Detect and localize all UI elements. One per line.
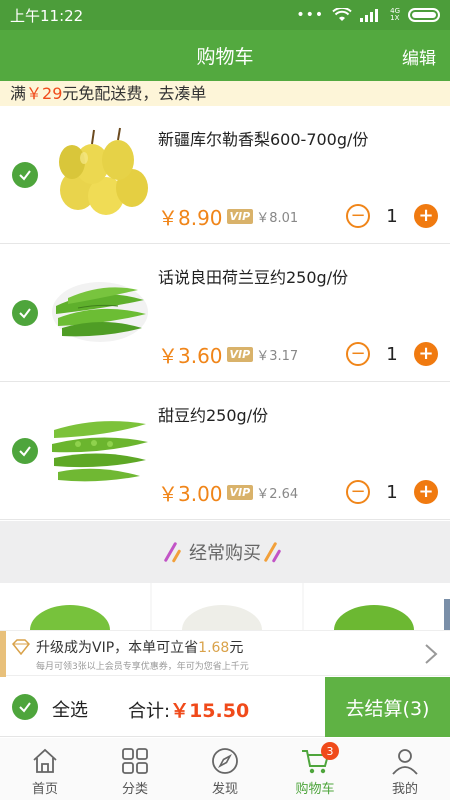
snow-pea-image[interactable] (48, 256, 152, 360)
checkout-bar: 全选 合计:￥15.50 去结算(3) (0, 677, 450, 737)
quantity-value: 1 (386, 481, 398, 503)
select-all-checkbox[interactable] (12, 694, 38, 720)
decrease-button[interactable]: − (346, 480, 370, 504)
home-icon (33, 748, 57, 773)
product-card[interactable] (304, 583, 450, 630)
cart-count-badge: 3 (321, 742, 339, 760)
vip-price: ￥3.17 (256, 349, 299, 364)
tab-label: 发现 (211, 782, 238, 797)
price-row: ￥8.90 VIP ￥8.01 (158, 202, 298, 231)
profile-icon (392, 749, 418, 775)
vip-badge: VIP (226, 347, 254, 362)
item-checkbox[interactable] (12, 162, 38, 188)
product-card[interactable] (152, 583, 302, 630)
tab-label: 分类 (121, 782, 148, 797)
checkmark-icon (19, 308, 31, 319)
vip-main-text: 升级成为VIP，本单可立省1.68元 (36, 637, 243, 657)
cart-item: 话说良田荷兰豆约250g/份 ￥3.60 VIP ￥3.17 − 1 + (0, 244, 450, 382)
decrease-button[interactable]: − (346, 342, 370, 366)
battery-icon (408, 8, 440, 22)
decor-right-icon (263, 541, 282, 563)
quantity-value: 1 (386, 343, 398, 365)
checkout-button[interactable]: 去结算(3) (325, 677, 450, 737)
checkmark-icon (19, 170, 31, 181)
checkmark-icon (19, 702, 31, 713)
edit-button[interactable]: 编辑 (402, 44, 436, 69)
quantity-stepper: − 1 + (346, 204, 438, 228)
tab-home[interactable]: 首页 (0, 738, 90, 800)
quantity-stepper: − 1 + (346, 342, 438, 366)
wifi-icon (332, 8, 352, 21)
diamond-icon (12, 639, 30, 655)
price-row: ￥3.00 VIP ￥2.64 (158, 478, 298, 507)
frequent-products-strip (0, 583, 450, 630)
chevron-right-icon[interactable] (424, 643, 438, 665)
compass-icon (212, 748, 238, 774)
select-all-label[interactable]: 全选 (52, 696, 88, 722)
vip-saving: 1.68 (198, 640, 230, 656)
tab-label: 我的 (391, 782, 418, 797)
quantity-stepper: − 1 + (346, 480, 438, 504)
vip-upgrade-banner[interactable]: 升级成为VIP，本单可立省1.68元 每月可领3张以上会员专享优惠券，年可为您省… (0, 630, 450, 677)
sugar-snap-pea-image[interactable] (48, 394, 152, 498)
next-card-edge (444, 599, 450, 630)
vip-badge: VIP (226, 209, 254, 224)
status-bar: 上午11:22 ••• 4G 1X (0, 0, 450, 30)
item-price: ￥3.00 (158, 482, 223, 506)
vip-price: ￥8.01 (256, 211, 299, 226)
product-card[interactable] (0, 583, 150, 630)
price-row: ￥3.60 VIP ￥3.17 (158, 340, 298, 369)
vip-main-prefix: 升级成为VIP，本单可立省 (36, 640, 199, 656)
cart-item: 新疆库尔勒香梨600-700g/份 ￥8.90 VIP ￥8.01 − 1 + (0, 106, 450, 244)
vip-main-suffix: 元 (229, 640, 244, 656)
network-type: 4G 1X (390, 8, 400, 22)
tab-discover[interactable]: 发现 (180, 738, 270, 800)
increase-button[interactable]: + (414, 204, 438, 228)
increase-button[interactable]: + (414, 480, 438, 504)
item-name[interactable]: 新疆库尔勒香梨600-700g/份 (158, 126, 368, 150)
tab-label: 首页 (31, 782, 58, 797)
promo-suffix: 元免配送费，去凑单 (62, 84, 207, 103)
network-bottom-label: 1X (390, 14, 400, 22)
frequent-section-header: 经常购买 (0, 521, 450, 583)
tab-label: 购物车 (295, 782, 335, 797)
category-icon (122, 748, 148, 774)
vip-price: ￥2.64 (256, 487, 299, 502)
nav-bar: 购物车 编辑 (0, 30, 450, 81)
tab-profile[interactable]: 我的 (360, 738, 450, 800)
item-checkbox[interactable] (12, 438, 38, 464)
vip-accent-stripe (0, 631, 6, 677)
item-name[interactable]: 话说良田荷兰豆约250g/份 (158, 264, 348, 288)
page-title: 购物车 (196, 46, 254, 68)
item-price: ￥8.90 (158, 206, 223, 230)
vip-sub-text: 每月可领3张以上会员专享优惠券，年可为您省上千元 (36, 662, 249, 672)
decrease-button[interactable]: − (346, 204, 370, 228)
decor-left-icon (163, 541, 182, 563)
total-value: ￥15.50 (170, 700, 250, 722)
increase-button[interactable]: + (414, 342, 438, 366)
status-time: 上午11:22 (10, 6, 84, 25)
promo-prefix: 满 (10, 84, 27, 103)
vip-badge: VIP (226, 485, 254, 500)
tab-cart[interactable]: 3 购物车 (270, 738, 360, 800)
checkmark-icon (19, 446, 31, 457)
status-icons: ••• 4G 1X (296, 7, 440, 23)
item-checkbox[interactable] (12, 300, 38, 326)
total-label: 合计:￥15.50 (128, 696, 249, 723)
item-price: ￥3.60 (158, 344, 223, 368)
quantity-value: 1 (386, 205, 398, 227)
pear-image[interactable] (48, 118, 152, 222)
promo-amount: ￥29 (26, 84, 63, 103)
more-dots-icon: ••• (296, 7, 325, 23)
tab-category[interactable]: 分类 (90, 738, 180, 800)
signal-icon (360, 9, 379, 22)
total-label-text: 合计: (128, 701, 171, 722)
frequent-title: 经常购买 (189, 543, 261, 564)
item-name[interactable]: 甜豆约250g/份 (158, 402, 268, 426)
bottom-tab-bar: 首页 分类 发现 3 购物车 我的 (0, 738, 450, 800)
free-delivery-banner[interactable]: 满￥29元免配送费，去凑单 (0, 81, 450, 106)
cart-item: 甜豆约250g/份 ￥3.00 VIP ￥2.64 − 1 + (0, 382, 450, 520)
